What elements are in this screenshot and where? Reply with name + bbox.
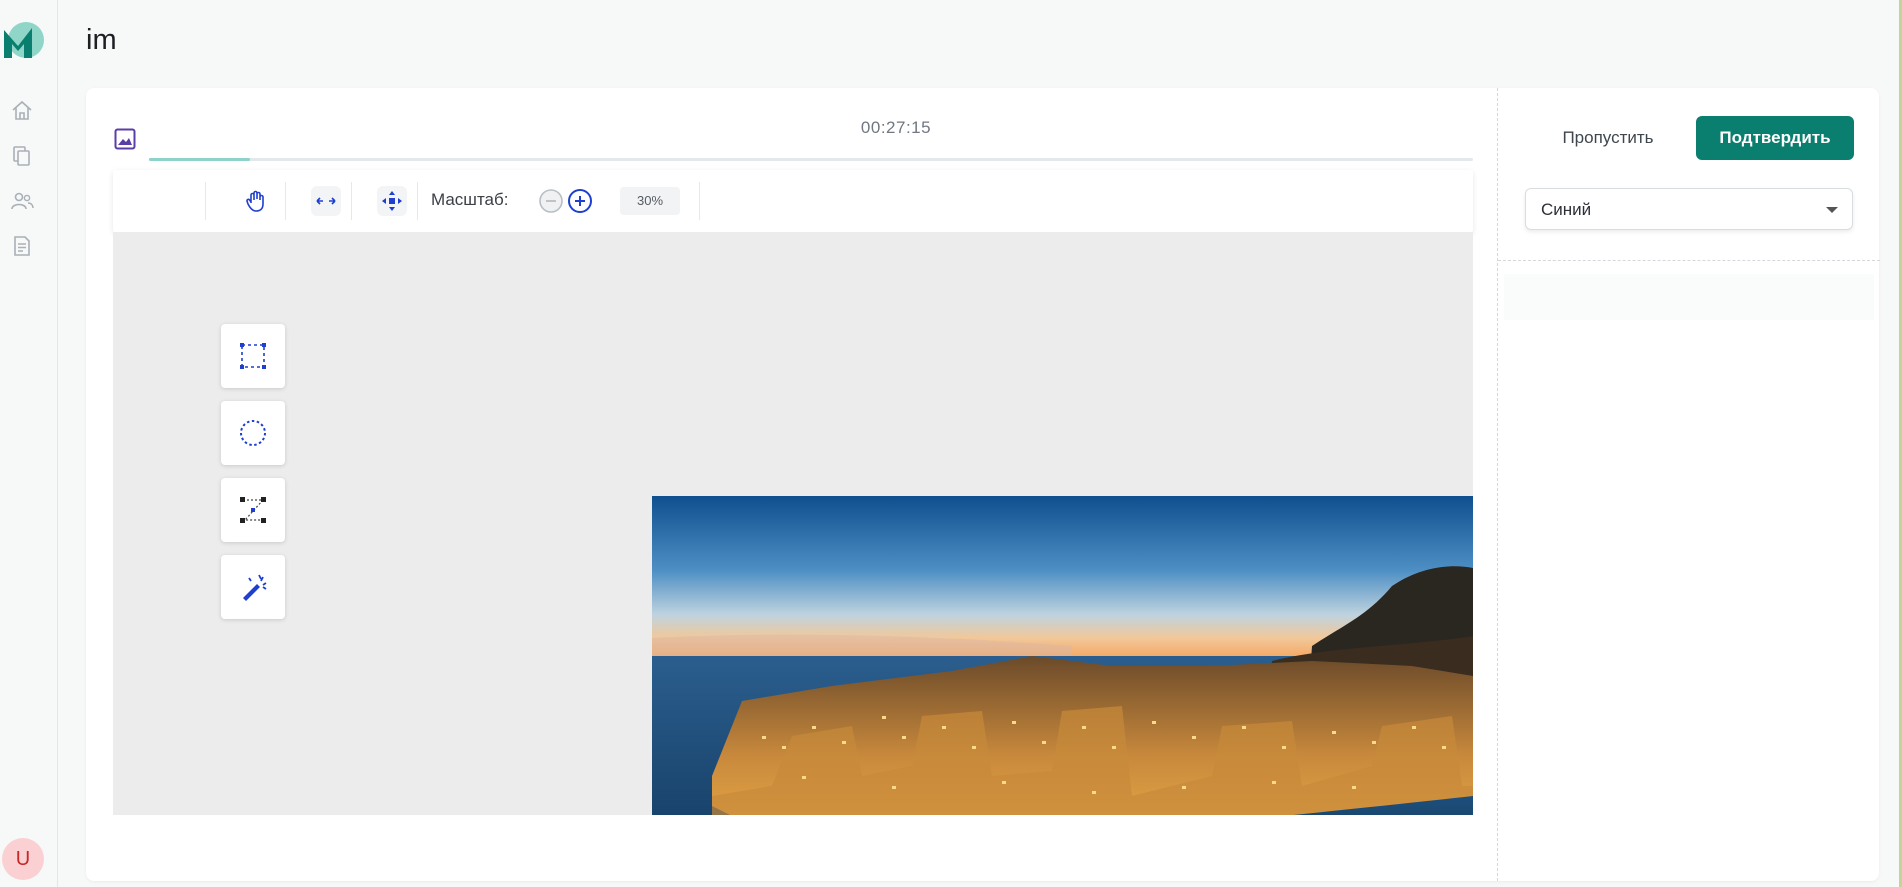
task-image[interactable] xyxy=(652,496,1473,815)
polygon-icon[interactable] xyxy=(221,478,285,542)
task-side-panel: Пропустить Подтвердить Синий xyxy=(1497,88,1880,881)
confirm-button[interactable]: Подтвердить xyxy=(1696,116,1854,160)
task-card: 00:27:15 Масштаб: 30% Пропустить Подтвер… xyxy=(86,88,1880,881)
zoom-value[interactable]: 30% xyxy=(620,187,680,215)
task-timer: 00:27:15 xyxy=(860,118,932,137)
toolbar-divider xyxy=(205,182,206,220)
zoom-label: Масштаб: xyxy=(431,190,509,209)
class-select[interactable]: Синий xyxy=(1525,188,1853,230)
skip-button[interactable]: Пропустить xyxy=(1548,118,1668,158)
app-logo-icon[interactable] xyxy=(2,20,44,62)
image-icon xyxy=(114,128,136,150)
hand-icon[interactable] xyxy=(241,186,271,216)
task-progress-bar xyxy=(149,158,1473,161)
copy-icon[interactable] xyxy=(10,144,34,168)
panel-divider xyxy=(1498,260,1880,261)
users-icon[interactable] xyxy=(10,189,34,213)
home-icon[interactable] xyxy=(10,99,34,123)
move-icon[interactable] xyxy=(377,186,407,216)
chevron-down-icon xyxy=(1826,207,1838,213)
canvas-toolbar: Масштаб: 30% xyxy=(113,170,1473,232)
annotation-canvas[interactable] xyxy=(113,232,1473,815)
avatar[interactable]: U xyxy=(2,838,44,880)
class-select-value: Синий xyxy=(1541,200,1592,219)
task-progress-fill xyxy=(149,158,250,161)
page-title: im xyxy=(86,24,117,56)
zoom-out-button[interactable] xyxy=(536,186,566,216)
toolbar-divider xyxy=(351,182,352,220)
rectangle-icon[interactable] xyxy=(221,324,285,388)
toolbar-divider xyxy=(699,182,700,220)
toolbar-divider xyxy=(417,182,418,220)
toolbar-divider xyxy=(285,182,286,220)
arrows-horizontal-icon[interactable] xyxy=(311,186,341,216)
annotation-list xyxy=(1504,274,1874,320)
nav-rail: U xyxy=(0,0,58,887)
zoom-in-button[interactable] xyxy=(565,186,595,216)
magic-wand-icon[interactable] xyxy=(221,555,285,619)
circle-icon[interactable] xyxy=(221,401,285,465)
annotation-workspace: 00:27:15 Масштаб: 30% xyxy=(86,88,1497,881)
document-icon[interactable] xyxy=(10,234,34,258)
